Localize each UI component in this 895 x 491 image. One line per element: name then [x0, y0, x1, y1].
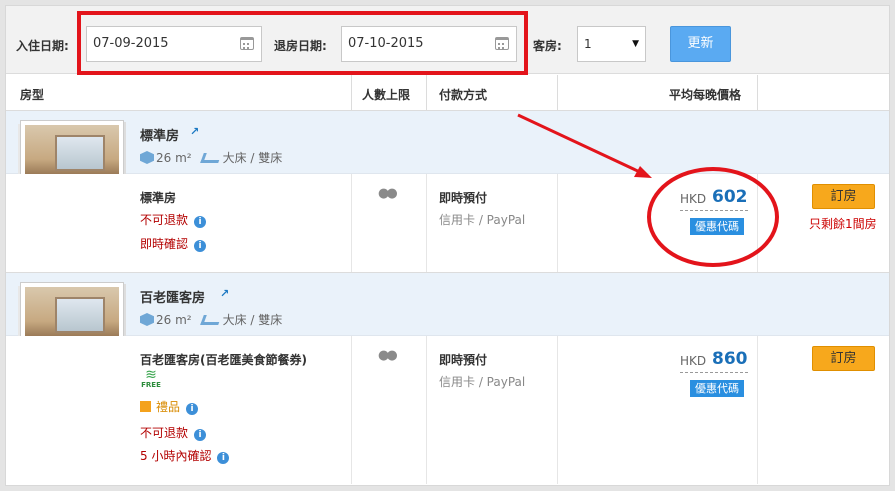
booking-panel: 入住日期: 07-09-2015 退房日期: 07-10-2015 客房: 1 … [5, 5, 890, 486]
annotation-arrow [517, 113, 652, 178]
